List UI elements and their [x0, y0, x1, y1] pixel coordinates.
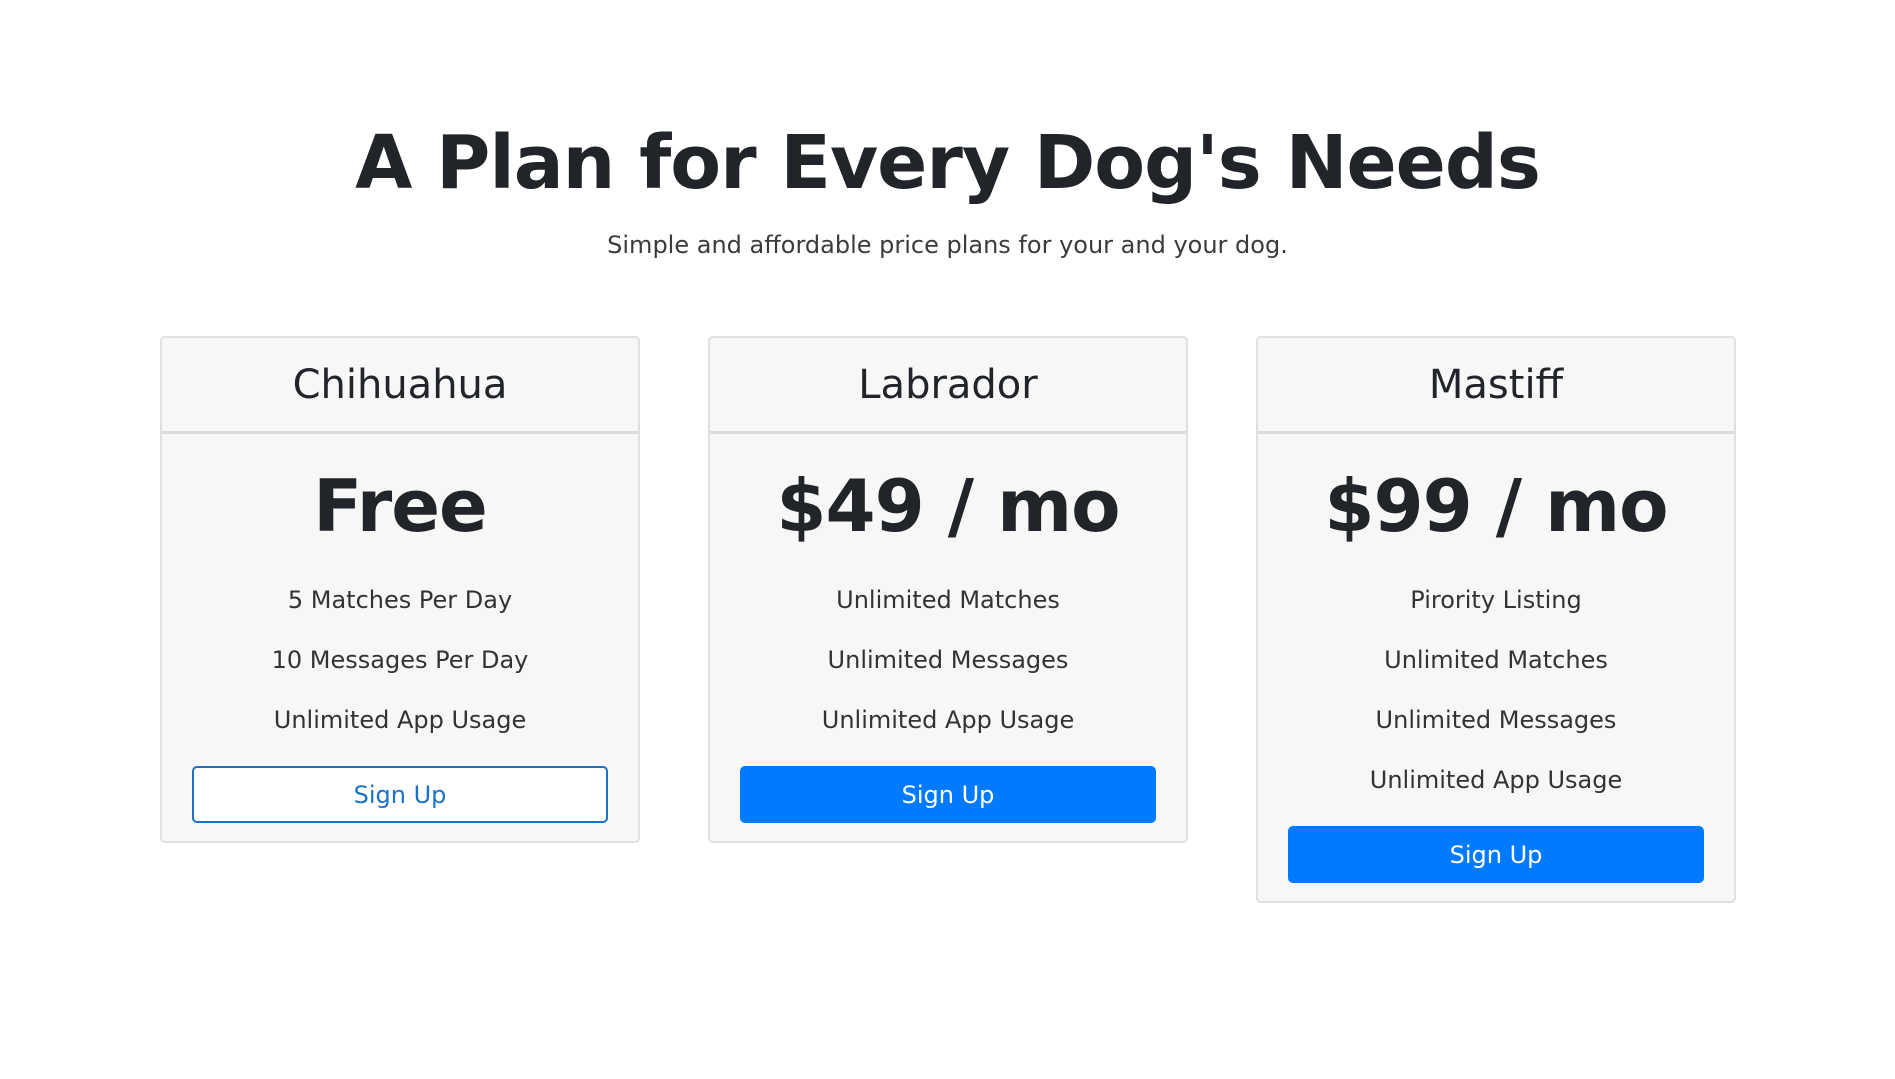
feature-item: Unlimited Messages	[827, 646, 1069, 674]
feature-item: Unlimited Matches	[836, 586, 1060, 614]
sign-up-button-chihuahua[interactable]: Sign Up	[192, 766, 608, 823]
plan-price: $49 / mo	[776, 464, 1120, 548]
plan-name: Chihuahua	[162, 338, 638, 434]
feature-item: Unlimited App Usage	[821, 706, 1075, 734]
feature-list: 5 Matches Per Day 10 Messages Per Day Un…	[192, 570, 608, 750]
feature-list: Unlimited Matches Unlimited Messages Unl…	[740, 570, 1156, 750]
feature-list: Pirority Listing Unlimited Matches Unlim…	[1288, 570, 1704, 810]
pricing-page: A Plan for Every Dog's Needs Simple and …	[0, 0, 1895, 1079]
feature-item: Unlimited Messages	[1375, 706, 1617, 734]
feature-item: Unlimited App Usage	[273, 706, 527, 734]
plan-card-chihuahua: Chihuahua Free 5 Matches Per Day 10 Mess…	[160, 336, 640, 843]
plan-name: Labrador	[710, 338, 1186, 434]
plan-body: $49 / mo Unlimited Matches Unlimited Mes…	[710, 434, 1186, 841]
plan-card-mastiff: Mastiff $99 / mo Pirority Listing Unlimi…	[1256, 336, 1736, 903]
feature-item: Pirority Listing	[1410, 586, 1582, 614]
feature-item: Unlimited App Usage	[1369, 766, 1623, 794]
feature-item: 10 Messages Per Day	[271, 646, 529, 674]
sign-up-button-labrador[interactable]: Sign Up	[740, 766, 1156, 823]
feature-item: 5 Matches Per Day	[287, 586, 513, 614]
page-title: A Plan for Every Dog's Needs	[355, 120, 1541, 206]
plan-name: Mastiff	[1258, 338, 1734, 434]
page-subtitle: Simple and affordable price plans for yo…	[607, 231, 1288, 259]
plan-price: $99 / mo	[1324, 464, 1668, 548]
plan-body: Free 5 Matches Per Day 10 Messages Per D…	[162, 434, 638, 841]
plan-body: $99 / mo Pirority Listing Unlimited Matc…	[1258, 434, 1734, 901]
feature-item: Unlimited Matches	[1384, 646, 1608, 674]
plan-card-labrador: Labrador $49 / mo Unlimited Matches Unli…	[708, 336, 1188, 843]
pricing-cards: Chihuahua Free 5 Matches Per Day 10 Mess…	[160, 336, 1740, 903]
sign-up-button-mastiff[interactable]: Sign Up	[1288, 826, 1704, 883]
plan-price: Free	[313, 464, 488, 548]
